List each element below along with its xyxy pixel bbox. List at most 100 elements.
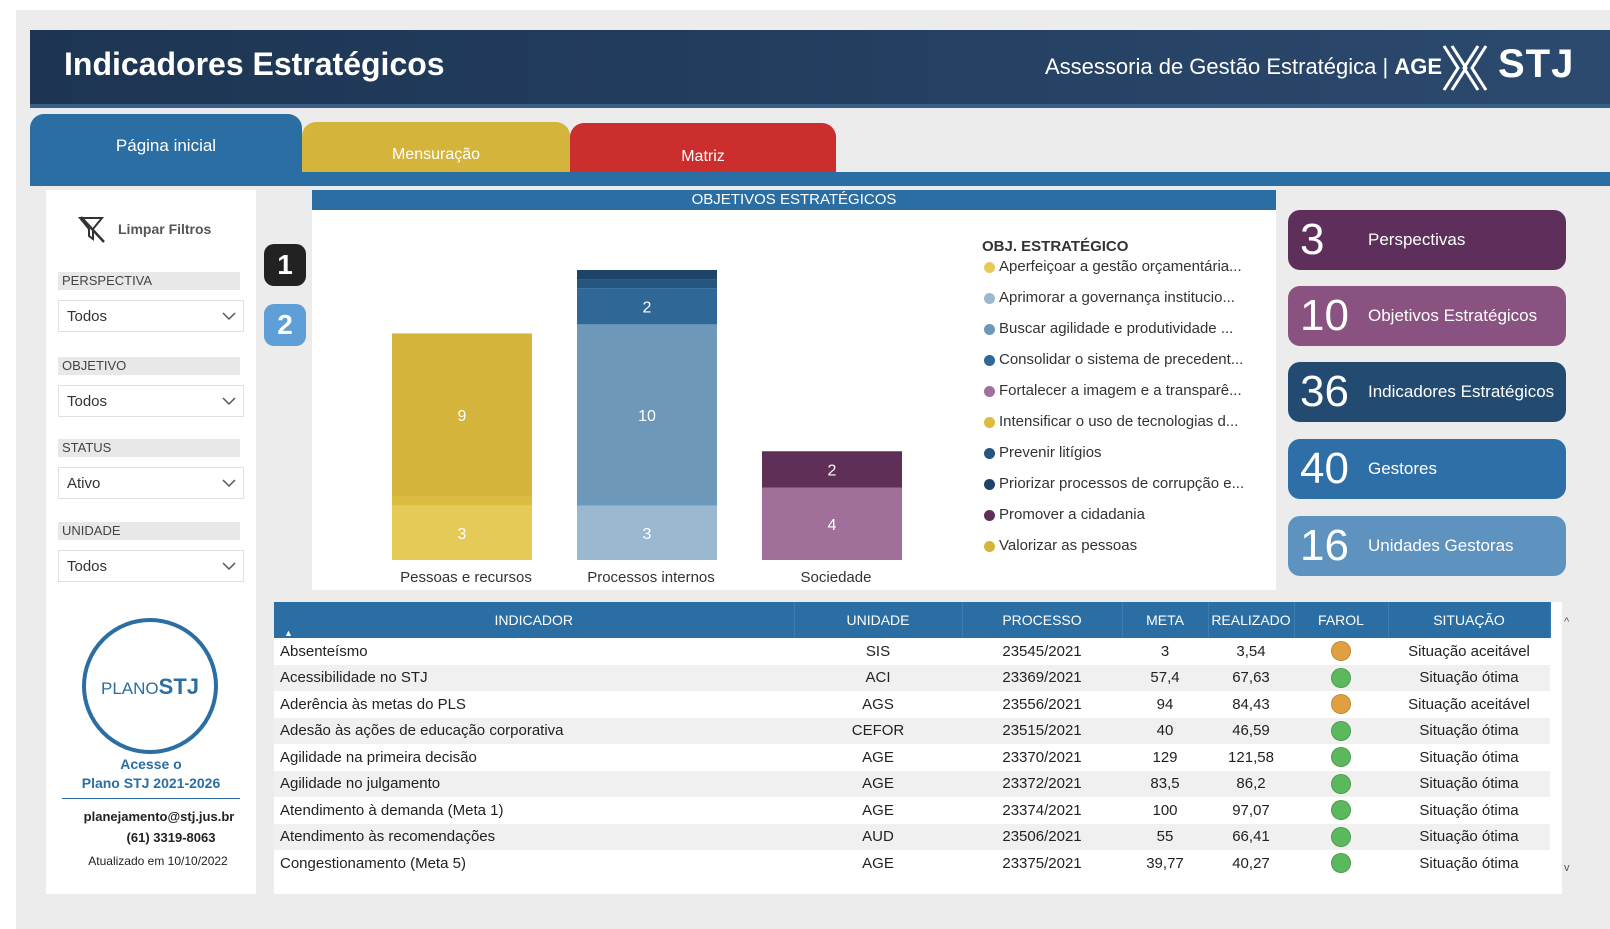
legend-label: Valorizar as pessoas — [999, 537, 1138, 554]
bar-segment[interactable] — [577, 279, 717, 289]
kpi-label: Indicadores Estratégicos — [1368, 382, 1555, 401]
kpi-label: Gestores — [1368, 459, 1437, 478]
kpi-card[interactable]: 16 Unidades Gestoras — [1288, 516, 1566, 576]
perspectiva-value: Todos — [67, 308, 108, 325]
legend-label: Intensificar o uso de tecnologias d... — [999, 413, 1239, 430]
table-row[interactable]: Acessibilidade no STJ ACI 23369/2021 57,4 67… — [274, 664, 1550, 691]
cell-meta: 39,77 — [1146, 854, 1184, 872]
bar-segment[interactable] — [577, 270, 717, 280]
legend-item[interactable]: Promover a cidadania — [982, 506, 1272, 537]
sort-ascending-icon[interactable]: ▲ — [284, 628, 293, 638]
col-header-unidade[interactable]: UNIDADE — [794, 602, 963, 638]
x-tick-label: Pessoas e recursos — [400, 569, 532, 586]
cell-meta: 129 — [1152, 748, 1178, 766]
access-plan-link-line2[interactable]: Plano STJ 2021-2026 — [46, 775, 256, 791]
access-plan-link-line1[interactable]: Acesse o — [46, 756, 256, 772]
cell-farol — [1294, 691, 1388, 718]
cell-farol — [1294, 770, 1388, 797]
legend-dot — [984, 262, 995, 273]
clear-filters-button[interactable]: Limpar Filtros — [76, 212, 236, 246]
legend-item[interactable]: Prevenir litígios — [982, 444, 1272, 475]
legend-item[interactable]: Consolidar o sistema de precedent... — [982, 351, 1272, 382]
legend-dot — [984, 510, 995, 521]
cell-situacao: Situação ótima — [1388, 717, 1550, 744]
stj-logo-icon — [1442, 45, 1488, 91]
step-badge-2: 2 — [264, 304, 306, 346]
legend-dot — [984, 355, 995, 366]
bar-data-label: 4 — [828, 517, 837, 534]
status-light-icon — [1331, 747, 1351, 768]
chevron-down-icon — [222, 312, 236, 321]
legend-item[interactable]: Priorizar processos de corrupção e... — [982, 475, 1272, 506]
table-row[interactable]: Congestionamento (Meta 5) AGE 23375/2021 39… — [274, 850, 1550, 877]
legend-item[interactable]: Aperfeiçoar a gestão orçamentária... — [982, 258, 1272, 289]
col-header-meta[interactable]: META — [1122, 602, 1209, 638]
table-row[interactable]: Adesão às ações de educação corporativa C… — [274, 717, 1550, 744]
plano-stj-logo[interactable]: PLANOSTJ — [82, 618, 218, 754]
col-header-realizado[interactable]: REALIZADO — [1208, 602, 1295, 638]
cell-situacao: Situação ótima — [1388, 770, 1550, 797]
legend-label: Aperfeiçoar a gestão orçamentária... — [999, 258, 1242, 275]
status-dropdown[interactable]: Ativo — [58, 467, 244, 499]
kpi-label: Objetivos Estratégicos — [1368, 306, 1538, 325]
cell-realizado: 40,27 — [1232, 854, 1270, 872]
table-row[interactable]: Agilidade na primeira decisão AGE 23370/20… — [274, 744, 1550, 771]
cell-situacao: Situação ótima — [1419, 801, 1519, 819]
legend-item[interactable]: Valorizar as pessoas — [982, 537, 1272, 568]
cell-unidade: AUD — [794, 823, 962, 850]
legend-dot — [984, 541, 995, 552]
cell-situacao: Situação ótima — [1419, 854, 1519, 872]
cell-unidade: AGE — [862, 854, 894, 872]
tab-mensuracao[interactable]: Mensuração — [302, 122, 570, 174]
table-row[interactable]: Atendimento à demanda (Meta 1) AGE 23374/2… — [274, 797, 1550, 824]
table-row[interactable]: Absenteísmo SIS 23545/2021 3 3,54 Situação ac… — [274, 638, 1550, 665]
scroll-up-icon[interactable]: ^ — [1564, 616, 1569, 628]
col-header-situacao[interactable]: SITUAÇÃO — [1388, 602, 1551, 638]
legend-item[interactable]: Intensificar o uso de tecnologias d... — [982, 413, 1272, 444]
cell-farol — [1294, 744, 1388, 771]
cell-realizado: 67,63 — [1208, 664, 1294, 691]
cell-meta: 55 — [1122, 823, 1208, 850]
tab-pagina-inicial[interactable]: Página inicial — [30, 114, 302, 174]
kpi-card[interactable]: 3 Perspectivas — [1288, 210, 1566, 270]
tab-matriz[interactable]: Matriz — [570, 123, 836, 174]
clear-filter-icon — [77, 216, 105, 243]
legend-item[interactable]: Aprimorar a governança institucio... — [982, 289, 1272, 320]
cell-farol — [1294, 638, 1388, 665]
kpi-card[interactable]: 40 Gestores — [1288, 439, 1566, 499]
cell-farol — [1294, 850, 1388, 877]
chevron-down-icon — [222, 479, 236, 488]
kpi-value: 10 — [1300, 291, 1349, 340]
cell-processo: 23370/2021 — [1002, 748, 1082, 766]
kpi-label: Unidades Gestoras — [1368, 536, 1514, 555]
legend-label: Fortalecer a imagem e a transparê... — [999, 382, 1242, 399]
scroll-down-icon[interactable]: v — [1564, 862, 1570, 874]
cell-meta: 83,5 — [1122, 770, 1208, 797]
indicators-table: INDICADOR UNIDADE PROCESSO META REALIZAD… — [274, 602, 1562, 894]
table-row[interactable]: Aderência às metas do PLS AGS 23556/2021 94… — [274, 691, 1550, 718]
kpi-card[interactable]: 36 Indicadores Estratégicos — [1288, 362, 1566, 422]
perspectiva-dropdown[interactable]: Todos — [58, 300, 244, 332]
chart-title: OBJETIVOS ESTRATÉGICOS — [312, 190, 1276, 210]
bar-segment[interactable] — [392, 496, 532, 506]
cell-indicador: Congestionamento (Meta 5) — [280, 854, 466, 872]
cell-farol — [1294, 717, 1388, 744]
legend-item[interactable]: Fortalecer a imagem e a transparê... — [982, 382, 1272, 413]
col-header-indicador[interactable]: INDICADOR — [274, 602, 795, 638]
cell-indicador: Agilidade no julgamento — [274, 770, 794, 797]
table-row[interactable]: Agilidade no julgamento AGE 23372/2021 83,5… — [274, 770, 1550, 797]
objetivo-dropdown[interactable]: Todos — [58, 385, 244, 417]
header-subtitle-text: Assessoria de Gestão Estratégica | — [1045, 54, 1395, 79]
legend-item[interactable]: Buscar agilidade e produtividade ... — [982, 320, 1272, 351]
col-header-farol[interactable]: FAROL — [1294, 602, 1389, 638]
status-light-icon — [1331, 641, 1351, 662]
status-light-icon — [1331, 826, 1351, 847]
kpi-card[interactable]: 10 Objetivos Estratégicos — [1288, 286, 1566, 346]
legend-dot — [984, 386, 995, 397]
col-header-processo[interactable]: PROCESSO — [962, 602, 1123, 638]
cell-processo: 23556/2021 — [1002, 695, 1082, 713]
status-light-icon — [1331, 694, 1351, 715]
table-row[interactable]: Atendimento às recomendações AUD 23506/202… — [274, 823, 1550, 850]
unidade-dropdown[interactable]: Todos — [58, 550, 244, 582]
cell-processo: 23369/2021 — [962, 664, 1122, 691]
